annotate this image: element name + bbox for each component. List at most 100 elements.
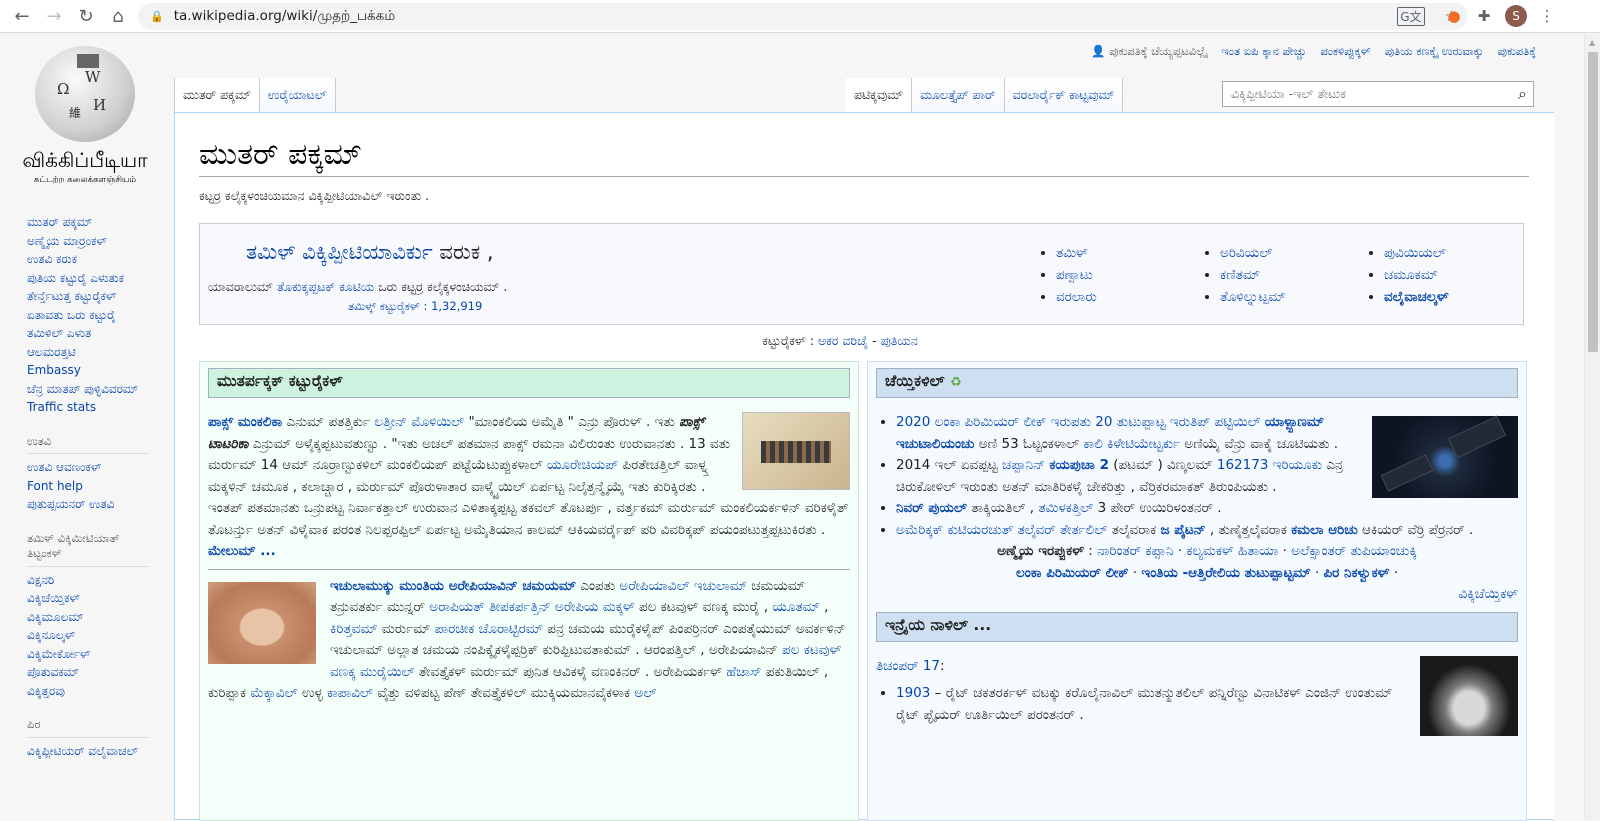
inline-link[interactable]: ಅಲ್ — [634, 685, 656, 701]
inline-link[interactable]: ಕಿರಿತ್ತವಮ್ — [330, 621, 378, 637]
wikipedia-logo[interactable]: ΩWИ維 விக்கிப்பீடியா கட்டற்ற கலைக்களஞ்சிய… — [10, 46, 160, 186]
search-icon[interactable]: ⌕ — [1518, 84, 1527, 104]
sidebar-item-wikidata[interactable]: ವಿಕ್ಕಿತ್ತರವು — [27, 684, 157, 700]
sidebar-item-embassy[interactable]: Embassy — [27, 363, 157, 379]
search-input[interactable]: ವಿಕ್ಕಿಪ್ಪೀಟಿಯಾ -ಇಲ್ ತೇಟುಕ ⌕ — [1222, 81, 1534, 107]
portal-link[interactable]: ವಲೈವಾಚಲ್ಕಳ್ — [1384, 289, 1449, 305]
url-text[interactable]: ta.wikipedia.org/wiki/முதற்_பக்கம் — [174, 8, 395, 26]
featured-title-link[interactable]: ಪಾಕ್ಸ್ ಮಂಕಲಿಕಾ — [208, 414, 282, 430]
address-bar[interactable]: 🔒 ta.wikipedia.org/wiki/முதற்_பக்கம் G文 … — [138, 3, 1468, 30]
tab-talk[interactable]: ಉರೈಯಾಟಲ್ — [259, 78, 336, 112]
tab-main-page[interactable]: ಮುತರ್ ಪಕ್ಕಮ್ — [174, 78, 260, 112]
featured-image-map[interactable] — [742, 412, 850, 490]
inline-link[interactable]: ಅರೇಪಿಯಾವಿಲ್ ಇಚುಲಾಮ್ — [619, 578, 746, 594]
portal-link[interactable]: ತೊಳಿಲ್ನುಟ್ಪಮ್ — [1220, 289, 1286, 305]
news-link[interactable]: ನಿವರ್ ಪುಯಲ್ — [896, 500, 967, 516]
sidebar-item-featured-articles[interactable]: ತೇರ್ನ್ತೆಟುತ್ತ ಕಟ್ಟುರೈಕಳ್ — [27, 289, 157, 305]
contributions-link[interactable]: ಪಂಕಳಿಪ್ಪುಕ್ಕಳ್ — [1320, 44, 1370, 59]
sidebar-item-new-article[interactable]: ಪುತಿಯ ಕಟ್ಟುರೈ ಎಳುತುಕ — [27, 271, 157, 287]
sidebar-item-main-page[interactable]: ಮುತರ್ ಪಕ್ಕಮ್ — [27, 215, 157, 231]
eurasian-link[interactable]: ಯೂರೇಚಿಯಪ್ — [547, 457, 618, 473]
extensions-puzzle-icon[interactable]: ✚ — [1473, 5, 1495, 27]
news-link[interactable]: ಅಮೆರಿಕ್ಕಕ್ ಕುಟಿಯರಚುತ್ ತಲೈವರ್ ತೇರ್ತಲಿಲ್ — [896, 522, 1107, 538]
sidebar-item-font-help[interactable]: Font help — [27, 479, 157, 495]
tab-history[interactable]: ವರಲಾರ್ರೈಕ್ ಕಾಟ್ಟವುಮ್ — [1004, 78, 1124, 112]
inline-link[interactable]: ಯೂತಮ್ — [772, 599, 819, 615]
sidebar-item-wikiquote[interactable]: ವಿಕ್ಕಿಮೇರ್ಕೋಳ್ — [27, 647, 157, 663]
portal-link[interactable]: ವರಲಾರು — [1056, 289, 1097, 305]
ip-talk-link[interactable]: ಇಂತ ಐಪಿ ಕ್ಕಾನ ಪೇಚ್ಚು — [1221, 44, 1306, 59]
recent-death-link[interactable]: ಅಲೆಕ್ಸಾಂತರ್ ತುಪಿಯಾಂಚುಕ್ಕಿ — [1291, 543, 1417, 559]
latin-link[interactable]: ಲತ್ತೀನ್ ಮೊಳಿಯಿಲ್ — [374, 414, 464, 430]
news-link[interactable]: ಕಮಲಾ ಆರಿಚು — [1291, 522, 1358, 538]
extension-acorn-icon[interactable]: ● — [1443, 5, 1465, 27]
new-articles-link[interactable]: ಪುತಿಯನ — [881, 333, 918, 348]
sidebar-item-wiktionary[interactable]: ವಿಕ್ಷನರಿ — [27, 573, 157, 589]
news-link[interactable]: ಕಯಪುಚಾ 2 — [1049, 457, 1109, 473]
sidebar-item-village-pump[interactable]: ಆಲಮರತ್ತಟಿ — [27, 345, 157, 361]
portal-link[interactable]: ಪುವಿಯಿಯಲ್ — [1384, 245, 1446, 261]
inline-link[interactable]: ಅರಾಪಿಯತ್ ತೀಪಕರ್ಪತ್ತಿನ್ ಅರೇಪಿಯ ಮಕ್ಕಳ್ — [429, 599, 634, 615]
inline-link[interactable]: ಹೆಜಾಸ್ — [726, 664, 761, 680]
tab-view-source[interactable]: ಮೂಲತ್ತೈಪ್ ಪಾರ್ — [912, 78, 1005, 112]
portal-link[interactable]: ಅರಿವಿಯಲ್ — [1220, 245, 1272, 261]
sidebar-item-recent-changes[interactable]: ಅಣ್ಮೈಯ ಮಾರ್ರಂಕಳ್ — [27, 234, 157, 250]
featured-title-link-2[interactable]: ಇಚುಲಾಮುಕ್ಕು ಮುಂತಿಯ ಅರೇಪಿಯಾವಿನ್ ಚಮಯಮ್ — [330, 578, 576, 594]
browser-menu-icon[interactable]: ⋮ — [1536, 5, 1558, 27]
page-scrollbar[interactable]: ▲ — [1584, 34, 1600, 820]
editable-link[interactable]: ತೊಕುಕ್ಕಪ್ಪಟಕ್ ಕೂಟಿಯ — [277, 279, 374, 294]
sidebar-item-wikibooks[interactable]: ವಿಕ್ಕಿನೂಲ್ಕಳ್ — [27, 628, 157, 644]
inline-link[interactable]: ಕಾಪಾವಿಲ್ — [327, 685, 373, 701]
forward-button[interactable]: → — [38, 0, 70, 32]
inline-link[interactable]: ಪಾರಚೀಕ ಚೊರಾಟ್ಟಿರಮ್ — [435, 621, 543, 637]
sidebar-item-help-pages[interactable]: ಉತವಿ ಆವಣಂಕಳ್ — [27, 460, 157, 476]
scrollbar-thumb[interactable] — [1588, 52, 1598, 352]
sidebar-item-commons[interactable]: ಪೊತುವಕಮ್ — [27, 665, 157, 681]
sidebar-item-newcomer-help[interactable]: ಪುತುಪ್ಪಯನರ್ ಉತವಿ — [27, 497, 157, 513]
otd-year-link[interactable]: 1903 — [896, 685, 930, 701]
news-link[interactable]: 2020 ಲಂಕಾ ಪಿರಿಮಿಯರ್ ಲೀಕ್ ಇರುಪತು 20 ತುಟುಪ… — [896, 414, 1265, 430]
other-events-link[interactable]: ಪಿರ ನಿಕಳ್ವುಕಳ್ — [1324, 565, 1390, 581]
sidebar-item-random-article[interactable]: ಏತಾವತು ಒರು ಕಟ್ಟುರೈ — [27, 308, 157, 324]
sidebar-item-wikisource[interactable]: ವಿಕ್ಕಿಮೂಲಮ್ — [27, 610, 157, 626]
news-topic-link[interactable]: ಇಂತಿಯ -ಆತ್ತಿರೇಲಿಯ ತುಟುಪ್ಪಾಟ್ಟಮ್ — [1141, 565, 1310, 581]
create-account-link[interactable]: ಪುತಿಯ ಕಣಕ್ಕೈ ಉರುವಾಕ್ಕು — [1385, 44, 1484, 59]
sidebar-item-traffic-stats[interactable]: Traffic stats — [27, 400, 157, 416]
news-image-spacecraft[interactable] — [1372, 415, 1518, 498]
login-link[interactable]: ಪುಕುಪತಿಕ್ಕೆ — [1498, 44, 1536, 59]
inline-link[interactable]: ಮೆಕ್ಕಾವಿಲ್ — [250, 685, 297, 701]
welcome-title-link[interactable]: ತಮಿಳ್ ವಿಕ್ಕಿಪ್ಪೀಟಿಯಾವಿರ್ಕು — [246, 240, 433, 264]
sidebar-item-write-tamil[interactable]: ತಮಿಳಿಲ್ ಎಳುತ — [27, 326, 157, 342]
sidebar-item-monthly-stats[interactable]: ಚೆನ್ರ ಮಾತಪ್ ಪುಳ್ಳಿವಿವರಮ್ — [27, 382, 157, 398]
home-button[interactable]: ⌂ — [102, 0, 134, 32]
article-count-link[interactable]: ತಮಿಳ್ಕ್ ಕಟ್ಟುರೈಕಳ್ : — [348, 299, 427, 313]
alphabetical-link[interactable]: ಅಕರ ವರಿಚೈ — [818, 333, 868, 348]
otd-date-link[interactable]: ತಿಚಂಪರ್ 17 — [876, 658, 940, 674]
portal-link[interactable]: ಚಮೂಕಮ್ — [1384, 267, 1438, 283]
featured-image-relief[interactable] — [208, 581, 316, 664]
back-button[interactable]: ← — [6, 0, 38, 32]
news-link[interactable]: ಚಪ್ಪಾನಿನ್ — [1002, 457, 1045, 473]
scroll-up-icon[interactable]: ▲ — [1589, 38, 1595, 47]
otd-image-portrait[interactable] — [1420, 655, 1518, 736]
recent-death-link[interactable]: ಕಲ್ಯಮಕಳ್ ಹಿತಾಯಾ — [1186, 543, 1278, 559]
news-topic-link[interactable]: ಲಂಕಾ ಪಿರಿಮಿಯರ್ ಲೀಕ್ — [1016, 565, 1129, 581]
read-more-link[interactable]: ಮೇಲುಮ್ ... — [208, 543, 276, 559]
portal-link[interactable]: ಪಣ್ಪಾಟು — [1056, 267, 1093, 283]
news-link[interactable]: ಜ ಪೈಟನ್ — [1161, 522, 1206, 538]
sidebar-item-help-request[interactable]: ಉತವಿ ಕರುಕ — [27, 252, 157, 268]
profile-avatar[interactable]: S — [1505, 5, 1527, 27]
portal-link[interactable]: ಕಣಿತಮ್ — [1220, 267, 1260, 283]
portal-link[interactable]: ತಮಿಳ್ — [1056, 245, 1088, 261]
tab-read[interactable]: ಪಟಿಕ್ಕವುಮ್ — [846, 78, 913, 112]
refresh-icon[interactable]: ♻ — [950, 375, 962, 390]
sidebar-item-wikinews[interactable]: ವಿಕ್ಕಿಚೆಯ್ತಿಕಳ್ — [27, 591, 157, 607]
recent-death-link[interactable]: ನಾರಿಂತರ್ ಕಪ್ಪಾನಿ — [1097, 543, 1173, 559]
translate-icon[interactable]: G文 — [1397, 7, 1425, 26]
wikinews-link[interactable]: ವಿಕ್ಕಿಚೆಯ್ತಿಕಳ್ — [1459, 586, 1519, 602]
sidebar-item-portal[interactable]: ವಿಕ್ಕಿಪ್ಪೀಟಿಯರ್ ವಲೈವಾಚಲ್ — [27, 744, 157, 760]
news-link[interactable]: ತಮಿಳಕತ್ತಿಲ್ — [1038, 500, 1093, 516]
news-link[interactable]: 162173 ಇರಿಯೂಕು — [1217, 457, 1322, 473]
reload-button[interactable]: ↻ — [70, 0, 102, 32]
news-link[interactable]: ಕಾಲಿ ಕಿಳೇಟಿಯೇಟ್ಟರ್ಕು — [1083, 436, 1180, 452]
